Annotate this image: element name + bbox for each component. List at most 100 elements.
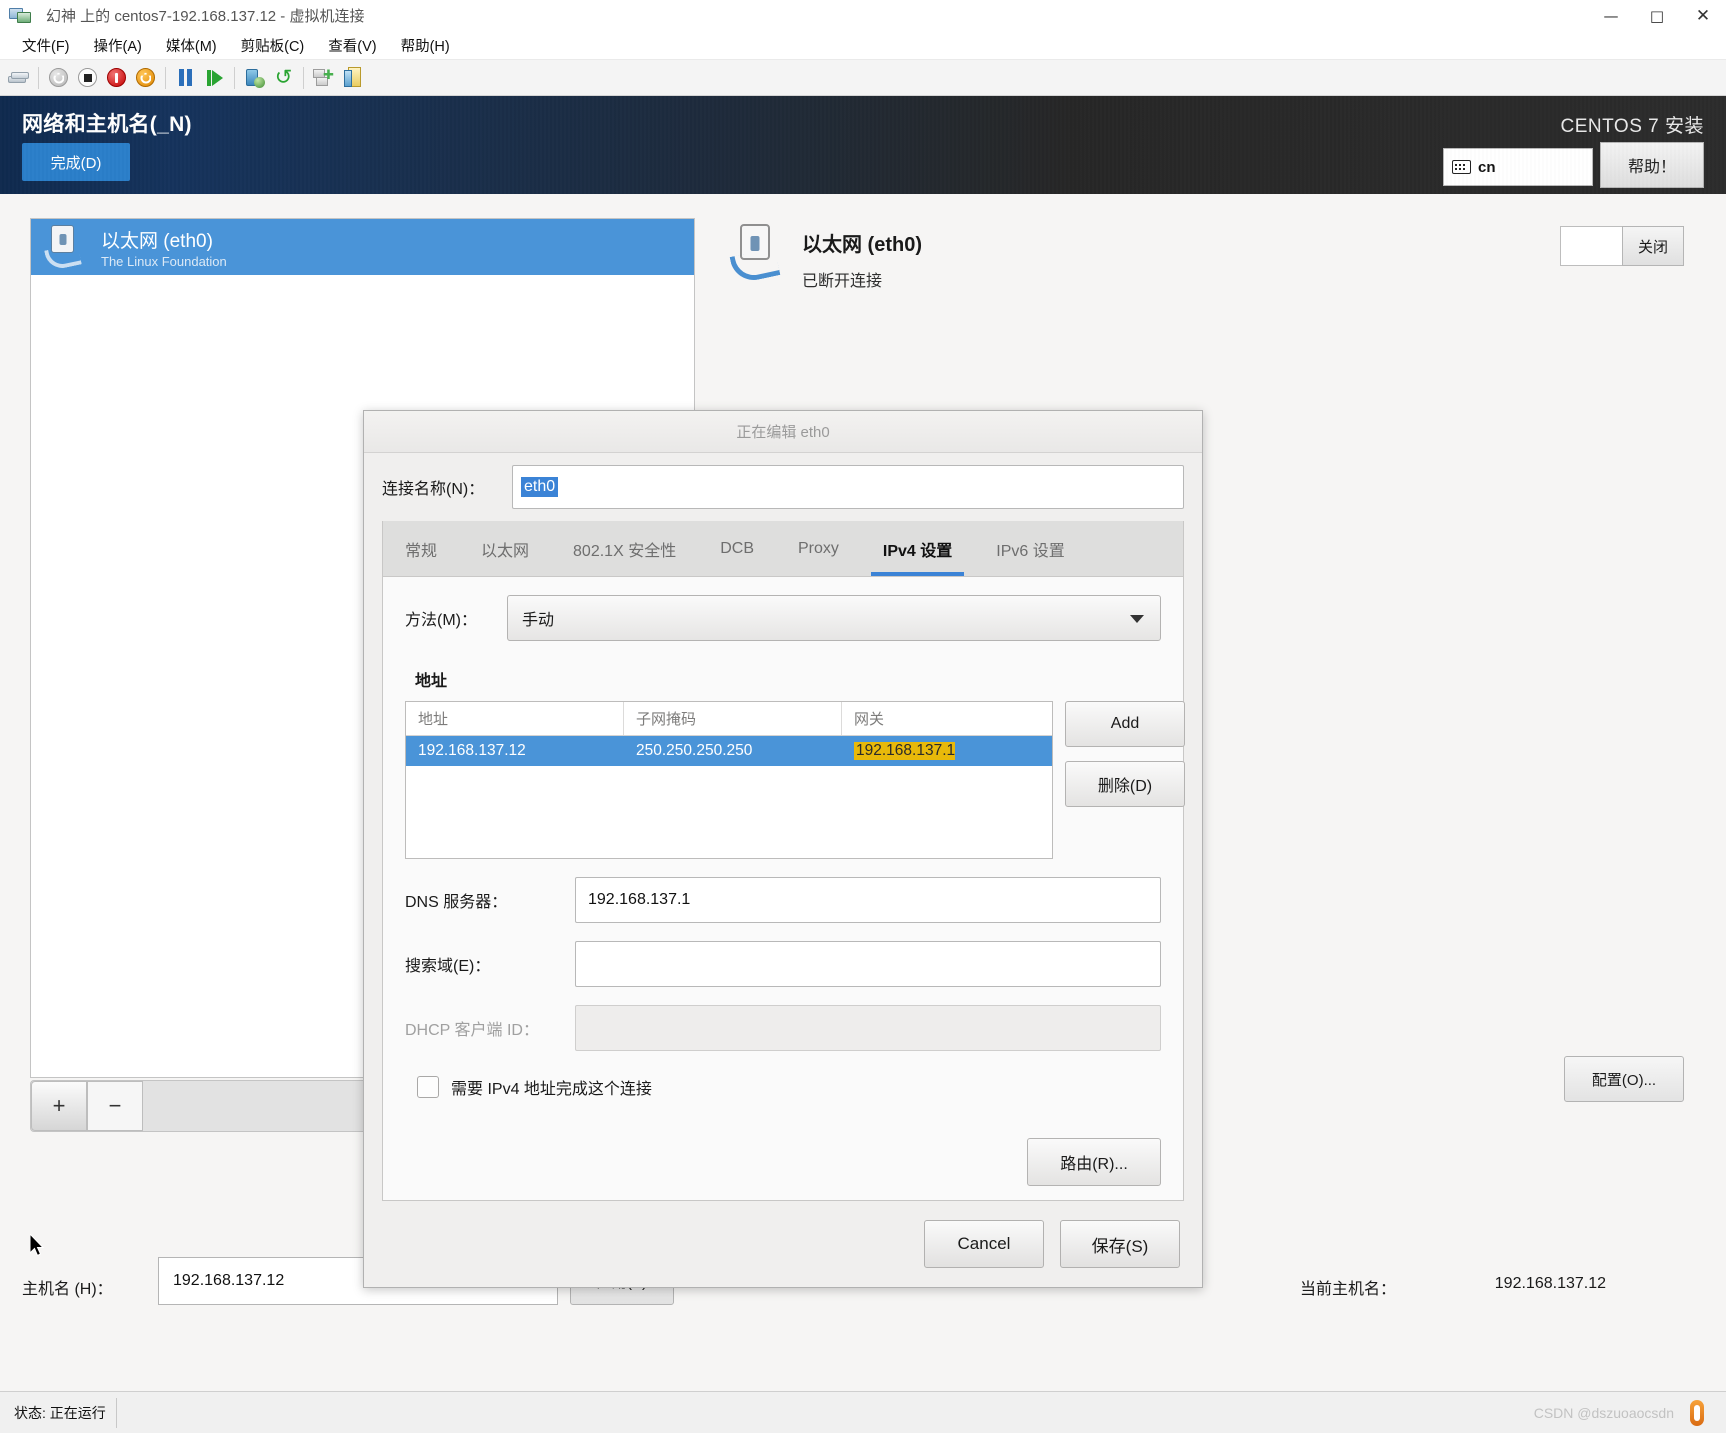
dhcp-client-id-row: DHCP 客户端 ID： bbox=[405, 1005, 1161, 1051]
virtual-machine-connection-window: 幻神 上的 centos7-192.168.137.12 - 虚拟机连接 — □… bbox=[0, 0, 1726, 1433]
window-title: 幻神 上的 centos7-192.168.137.12 - 虚拟机连接 bbox=[46, 8, 365, 25]
menu-action[interactable]: 操作(A) bbox=[82, 32, 154, 59]
dns-row: DNS 服务器： 192.168.137.1 bbox=[405, 877, 1161, 923]
cell-gateway[interactable]: 192.168.137.1 bbox=[854, 742, 956, 760]
method-row: 方法(M)： 手动 bbox=[405, 595, 1161, 641]
settings-tabs: 常规 以太网 802.1X 安全性 DCB Proxy IPv4 设置 IPv6… bbox=[383, 521, 1183, 577]
tab-dcb[interactable]: DCB bbox=[698, 521, 776, 576]
search-domains-row: 搜索域(E)： bbox=[405, 941, 1161, 987]
dns-label: DNS 服务器： bbox=[405, 894, 508, 911]
configure-button[interactable]: 配置(O)... bbox=[1564, 1056, 1684, 1102]
menu-clipboard[interactable]: 剪贴板(C) bbox=[229, 32, 317, 59]
settings-notebook: 常规 以太网 802.1X 安全性 DCB Proxy IPv4 设置 IPv6… bbox=[382, 521, 1185, 1201]
routes-button[interactable]: 路由(R)... bbox=[1027, 1138, 1161, 1186]
dialog-footer: Cancel 保存(S) bbox=[364, 1201, 1202, 1287]
device-name: 以太网 (eth0) bbox=[101, 230, 213, 252]
tab-proxy[interactable]: Proxy bbox=[776, 521, 861, 576]
minimize-button[interactable]: — bbox=[1588, 0, 1634, 32]
column-header-netmask: 子网掩码 bbox=[624, 702, 842, 735]
cell-address[interactable]: 192.168.137.12 bbox=[406, 736, 624, 766]
network-add-icon[interactable]: ✚ bbox=[309, 63, 338, 92]
enhanced-session-icon[interactable] bbox=[338, 63, 367, 92]
watermark-text: CSDN @dszuoaocsdn bbox=[1533, 1404, 1674, 1421]
addresses-table[interactable]: 地址 子网掩码 网关 192.168.137.12 250.250.250.25… bbox=[405, 701, 1053, 859]
remove-device-button[interactable]: − bbox=[87, 1081, 143, 1131]
pause-icon[interactable] bbox=[171, 63, 200, 92]
menu-view[interactable]: 查看(V) bbox=[316, 32, 388, 59]
connection-name-label: 连接名称(N)： bbox=[382, 481, 485, 498]
keyboard-icon bbox=[1452, 160, 1471, 174]
device-detail: 以太网 (eth0) 已断开连接 bbox=[729, 224, 1430, 344]
maximize-button[interactable]: □ bbox=[1634, 0, 1680, 32]
tab-ipv6-settings[interactable]: IPv6 设置 bbox=[974, 521, 1086, 576]
done-button[interactable]: 完成(D) bbox=[22, 143, 130, 181]
search-domains-input[interactable] bbox=[575, 941, 1161, 987]
add-address-button[interactable]: Add bbox=[1065, 701, 1185, 747]
tab-ipv4-settings[interactable]: IPv4 设置 bbox=[861, 521, 974, 576]
connection-name-input[interactable]: eth0 bbox=[512, 465, 1184, 509]
addresses-buttons: Add 删除(D) bbox=[1065, 701, 1185, 807]
menu-help[interactable]: 帮助(H) bbox=[389, 32, 462, 59]
ethernet-icon bbox=[44, 225, 89, 272]
device-list-item-eth0[interactable]: 以太网 (eth0) The Linux Foundation bbox=[31, 219, 694, 275]
installer-body: 以太网 (eth0) The Linux Foundation + − 以太网 … bbox=[0, 194, 1726, 1391]
ipv4-settings-pane: 方法(M)： 手动 地址 地址 子网掩码 网关 192.168.137.12 2… bbox=[383, 577, 1185, 1200]
page-title: 网络和主机名(_N) bbox=[22, 113, 192, 136]
tab-8021x-security[interactable]: 802.1X 安全性 bbox=[551, 521, 698, 576]
add-device-button[interactable]: + bbox=[31, 1081, 87, 1131]
title-bar: 幻神 上的 centos7-192.168.137.12 - 虚拟机连接 — □… bbox=[0, 0, 1726, 32]
detail-device-name: 以太网 (eth0) bbox=[802, 234, 922, 256]
checkpoints-icon[interactable] bbox=[4, 63, 33, 92]
help-button[interactable]: 帮助！ bbox=[1600, 142, 1704, 188]
power-off-icon[interactable] bbox=[44, 63, 73, 92]
connection-name-row: 连接名称(N)： eth0 bbox=[372, 453, 1194, 521]
table-row[interactable]: 192.168.137.12 250.250.250.250 192.168.1… bbox=[406, 736, 1052, 766]
device-toggle[interactable]: 关闭 bbox=[1560, 226, 1684, 266]
menu-bar: 文件(F) 操作(A) 媒体(M) 剪贴板(C) 查看(V) 帮助(H) bbox=[0, 32, 1726, 60]
cell-gateway-wrapper[interactable]: 192.168.137.1 bbox=[842, 736, 1052, 766]
tab-ethernet[interactable]: 以太网 bbox=[459, 521, 551, 576]
installer-brand: CENTOS 7 安装 bbox=[1560, 116, 1704, 137]
menu-file[interactable]: 文件(F) bbox=[10, 32, 82, 59]
connection-name-value: eth0 bbox=[521, 477, 559, 497]
method-value: 手动 bbox=[522, 612, 555, 629]
cancel-button[interactable]: Cancel bbox=[924, 1220, 1044, 1268]
resume-icon[interactable] bbox=[200, 63, 229, 92]
window-controls: — □ ✕ bbox=[1588, 0, 1726, 32]
turn-off-icon[interactable] bbox=[102, 63, 131, 92]
dns-input[interactable]: 192.168.137.1 bbox=[575, 877, 1161, 923]
shutdown-icon[interactable] bbox=[73, 63, 102, 92]
require-ipv4-row[interactable]: 需要 IPv4 地址完成这个连接 bbox=[417, 1075, 1161, 1099]
column-header-gateway: 网关 bbox=[854, 711, 885, 728]
toolbar: ↺ ✚ bbox=[0, 60, 1726, 96]
current-hostname-value: 192.168.137.12 bbox=[1494, 1275, 1606, 1292]
search-domains-label: 搜索域(E)： bbox=[405, 958, 491, 975]
column-header-address: 地址 bbox=[406, 702, 624, 735]
addresses-section-title: 地址 bbox=[415, 673, 448, 690]
toggle-track bbox=[1560, 226, 1622, 266]
keyboard-layout-indicator[interactable]: cn bbox=[1443, 148, 1593, 186]
start-icon[interactable] bbox=[131, 63, 160, 92]
method-label: 方法(M)： bbox=[405, 612, 477, 629]
vmconnect-icon bbox=[8, 5, 38, 27]
ethernet-detail-icon bbox=[729, 224, 788, 285]
installer-header: 网络和主机名(_N) 完成(D) CENTOS 7 安装 cn 帮助！ bbox=[0, 96, 1726, 194]
cell-netmask[interactable]: 250.250.250.250 bbox=[624, 736, 842, 766]
close-button[interactable]: ✕ bbox=[1680, 0, 1726, 32]
tab-general[interactable]: 常规 bbox=[383, 521, 459, 576]
menu-media[interactable]: 媒体(M) bbox=[154, 32, 229, 59]
status-text: 状态: 正在运行 bbox=[4, 1397, 117, 1428]
save-button[interactable]: 保存(S) bbox=[1060, 1220, 1180, 1268]
require-ipv4-checkbox[interactable] bbox=[417, 1076, 439, 1098]
revert-icon[interactable]: ↺ bbox=[269, 63, 298, 92]
delete-address-button[interactable]: 删除(D) bbox=[1065, 761, 1185, 807]
checkpoint-create-icon[interactable] bbox=[240, 63, 269, 92]
keyboard-layout-label: cn bbox=[1478, 158, 1496, 176]
require-ipv4-label: 需要 IPv4 地址完成这个连接 bbox=[451, 1081, 652, 1098]
method-select[interactable]: 手动 bbox=[507, 595, 1161, 641]
detail-connection-state: 已断开连接 bbox=[802, 273, 883, 290]
toggle-off-button[interactable]: 关闭 bbox=[1622, 226, 1684, 266]
status-bar: 状态: 正在运行 CSDN @dszuoaocsdn bbox=[0, 1391, 1726, 1433]
dhcp-client-id-label: DHCP 客户端 ID： bbox=[405, 1022, 539, 1039]
vm-screen: 网络和主机名(_N) 完成(D) CENTOS 7 安装 cn 帮助！ 以太网 … bbox=[0, 96, 1726, 1433]
